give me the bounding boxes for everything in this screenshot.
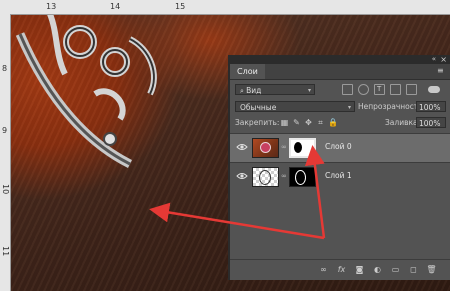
arrow-to-canvas — [149, 202, 325, 240]
arrow-to-mask — [304, 145, 326, 239]
annotation-arrows — [149, 145, 326, 240]
